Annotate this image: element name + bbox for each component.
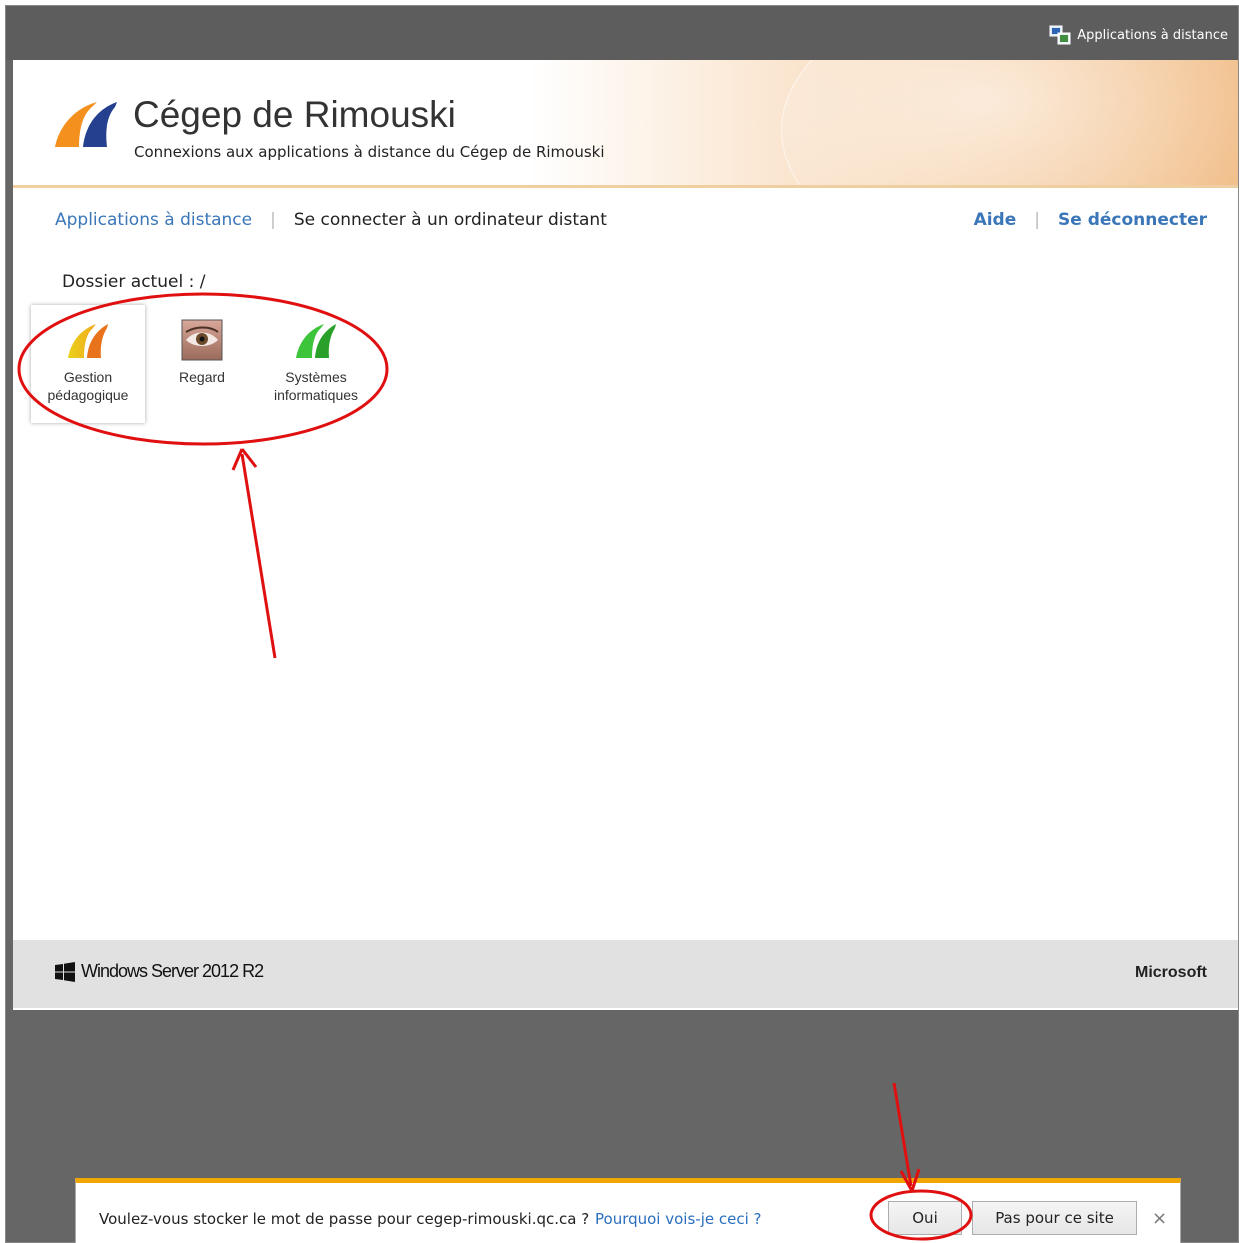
topbar-remote-apps[interactable]: Applications à distance — [1049, 25, 1228, 45]
top-bar: Applications à distance — [6, 6, 1238, 60]
not-for-this-site-button[interactable]: Pas pour ce site — [972, 1201, 1137, 1235]
app-regard[interactable]: Regard — [145, 305, 259, 423]
page-footer: Windows Server 2012 R2 Microsoft — [13, 940, 1238, 1008]
windows-logo-icon — [55, 962, 75, 982]
nav-connect-remote[interactable]: Se connecter à un ordinateur distant — [294, 210, 607, 230]
windows-server-label: Windows Server 2012 R2 — [81, 961, 264, 981]
current-folder: Dossier actuel : / — [62, 272, 206, 292]
password-save-bar: Voulez-vous stocker le mot de passe pour… — [75, 1178, 1181, 1243]
nav-remote-apps[interactable]: Applications à distance — [55, 210, 252, 230]
app-list: Gestion pédagogique Regard Systèmes info… — [31, 305, 373, 423]
app-label-line1: Regard — [179, 369, 225, 385]
orange-yellow-c-logo-icon — [68, 324, 108, 358]
topbar-remote-apps-label: Applications à distance — [1077, 27, 1228, 43]
app-gestion-pedagogique[interactable]: Gestion pédagogique — [31, 305, 145, 423]
browser-frame: Applications à distance Cégep de Rimousk… — [5, 5, 1239, 1243]
site-title: Cégep de Rimouski — [133, 94, 456, 135]
app-label-line1: Gestion — [63, 369, 113, 385]
main-page: Cégep de Rimouski Connexions aux applica… — [13, 60, 1238, 1010]
site-header: Cégep de Rimouski Connexions aux applica… — [13, 60, 1238, 188]
globe-decoration — [781, 60, 1238, 185]
close-icon[interactable]: × — [1152, 1208, 1167, 1229]
green-c-logo-icon — [296, 324, 336, 358]
app-label-line1: Systèmes — [285, 369, 347, 385]
microsoft-logo: Microsoft — [1135, 964, 1207, 981]
app-label-line2: pédagogique — [47, 387, 129, 403]
cegep-logo-icon — [55, 102, 117, 147]
password-save-message: Voulez-vous stocker le mot de passe pour… — [99, 1210, 590, 1228]
why-link[interactable]: Pourquoi vois-je ceci ? — [595, 1210, 761, 1228]
nav-bar: Applications à distance | Se connecter à… — [13, 210, 1238, 238]
app-systemes-informatiques[interactable]: Systèmes informatiques — [259, 305, 373, 423]
yes-button[interactable]: Oui — [888, 1201, 962, 1235]
nav-logout[interactable]: Se déconnecter — [1058, 210, 1207, 230]
app-label-line2: informatiques — [273, 387, 359, 403]
eye-icon — [181, 319, 223, 361]
nav-separator: | — [270, 210, 276, 230]
remote-app-icon — [1049, 25, 1071, 45]
nav-separator-right: | — [1034, 210, 1040, 230]
nav-help[interactable]: Aide — [974, 210, 1017, 230]
site-subtitle: Connexions aux applications à distance d… — [134, 143, 605, 161]
